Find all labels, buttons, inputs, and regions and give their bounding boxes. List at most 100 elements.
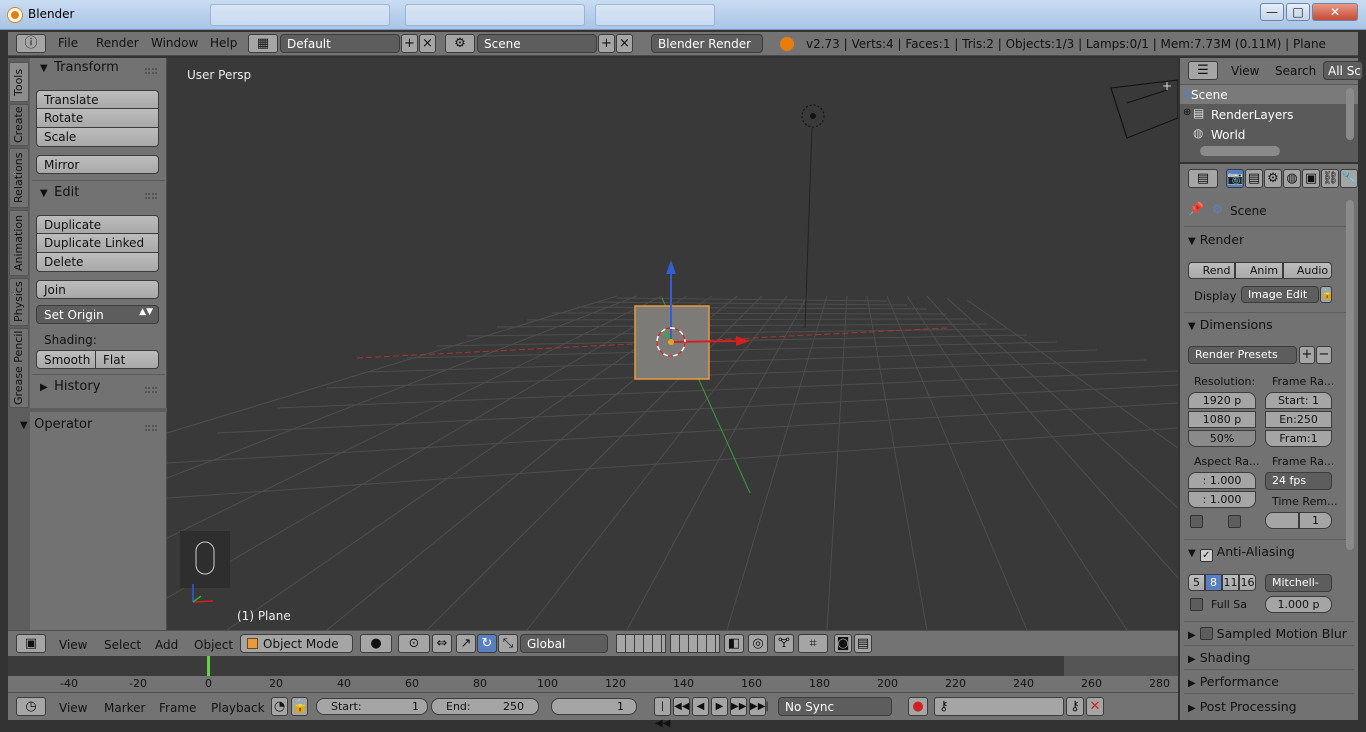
crop-checkbox[interactable] [1228, 515, 1241, 528]
editor-type-3d-view-icon[interactable]: ▣ [16, 634, 46, 653]
editor-type-info-icon[interactable]: ⓘ [16, 34, 46, 53]
tab-physics[interactable]: Physics [9, 278, 29, 326]
render-panel-header[interactable]: ▼ Render [1188, 232, 1244, 247]
play-icon[interactable]: ▶ [711, 697, 728, 716]
add-layout-icon[interactable]: + [401, 34, 418, 53]
aspect-y-field[interactable]: : 1.000 [1188, 491, 1256, 508]
keying-set-field[interactable]: ⚷ [934, 697, 1064, 716]
tab-animation[interactable]: Animation [9, 210, 29, 276]
aa-samples-5[interactable]: 5 [1188, 574, 1205, 591]
smooth-button[interactable]: Smooth [36, 350, 96, 369]
operator-panel-header[interactable]: ▼ Operator [18, 417, 165, 439]
translate-button[interactable]: Translate [36, 90, 159, 109]
viewport-canvas[interactable] [167, 58, 1178, 630]
world-tab-icon[interactable]: ◍ [1283, 169, 1301, 188]
tab-relations[interactable]: Relations [9, 148, 29, 208]
outliner-v-scrollbar[interactable] [1346, 88, 1354, 140]
aa-samples-11[interactable]: 11 [1222, 574, 1239, 591]
menu-object[interactable]: Object [194, 638, 233, 652]
scene-tab-icon[interactable]: ⚙ [1264, 169, 1282, 188]
timeline-track[interactable] [8, 656, 1064, 676]
menu-frame[interactable]: Frame [159, 701, 196, 715]
render-layers-tab-icon[interactable]: ▤ [1245, 169, 1263, 188]
shading-panel-header[interactable]: ▶ Shading [1188, 650, 1250, 665]
render-presets-selector[interactable]: Render Presets [1188, 346, 1297, 364]
editor-type-properties-icon[interactable]: ▤ [1188, 169, 1218, 188]
pin-icon[interactable]: 📌 [1188, 202, 1204, 217]
maximize-button[interactable]: □ [1286, 3, 1310, 21]
insert-keyframe-icon[interactable]: ⚷ [1066, 697, 1084, 716]
outliner-h-scrollbar[interactable] [1200, 146, 1280, 156]
screen-layout-icon[interactable]: ▦ [248, 34, 278, 53]
lock-layers-icon[interactable]: ◧ [724, 634, 744, 653]
tab-grease-pencil[interactable]: Grease Pencil [9, 328, 29, 408]
menu-view[interactable]: View [59, 701, 87, 715]
lock-interface-icon[interactable]: 🔓 [1320, 286, 1333, 303]
duplicate-linked-button[interactable]: Duplicate Linked [36, 234, 159, 253]
transform-orientation-selector[interactable]: Global [520, 634, 608, 653]
auto-keyframe-record-icon[interactable]: ● [908, 697, 928, 716]
expand-icon[interactable]: ⊕ [1183, 107, 1191, 118]
current-frame-field[interactable]: 1 [551, 698, 637, 715]
editor-type-outliner-icon[interactable]: ☰ [1188, 61, 1218, 80]
set-origin-dropdown[interactable]: Set Origin ▲▼ [36, 305, 159, 324]
menu-view[interactable]: View [1231, 64, 1259, 78]
outliner-item-world[interactable]: World [1211, 128, 1245, 142]
timeline[interactable]: -40 -20 0 20 40 60 80 100 120 140 160 18… [8, 656, 1178, 692]
frame-start-field[interactable]: Start: 1 [1265, 392, 1332, 409]
resolution-x-field[interactable]: 1920 p [1188, 392, 1256, 409]
drag-grip-icon[interactable] [145, 387, 157, 393]
render-still-button[interactable]: Rend [1188, 262, 1235, 279]
filter-size-field[interactable]: 1.000 p [1265, 596, 1332, 613]
render-tab-icon[interactable]: 📷 [1226, 169, 1244, 188]
frame-step-field[interactable]: Fram:1 [1265, 430, 1332, 447]
resolution-percentage-field[interactable]: 50% [1188, 430, 1256, 447]
border-checkbox[interactable] [1190, 515, 1203, 528]
drag-grip-icon[interactable] [145, 425, 157, 431]
modifiers-tab-icon[interactable]: 🔧 [1340, 169, 1358, 188]
render-engine-selector[interactable]: Blender Render [651, 34, 763, 53]
tab-tools[interactable]: Tools [9, 62, 29, 102]
gizmo-z-arrow-icon[interactable] [666, 260, 676, 274]
drag-grip-icon[interactable] [145, 193, 157, 199]
outliner-item-renderlayers[interactable]: RenderLayers [1211, 108, 1293, 122]
manipulator-toggle-icon[interactable]: ⇔ [432, 634, 452, 653]
remove-preset-icon[interactable]: − [1316, 346, 1332, 364]
properties-v-scrollbar[interactable] [1346, 200, 1354, 550]
minimize-button[interactable]: — [1260, 3, 1284, 21]
add-scene-icon[interactable]: + [598, 34, 615, 53]
play-reverse-icon[interactable]: ◀ [692, 697, 709, 716]
opengl-anim-icon[interactable]: ▤ [854, 634, 872, 653]
menu-add[interactable]: Add [155, 638, 178, 652]
snap-element-icon[interactable]: ⌗ [798, 634, 828, 653]
history-panel-header[interactable]: ▶ History [32, 379, 165, 401]
jump-to-start-icon[interactable]: |◀◀ [654, 697, 671, 729]
add-preset-icon[interactable]: + [1299, 346, 1315, 364]
render-audio-button[interactable]: Audio [1283, 262, 1332, 279]
opengl-render-icon[interactable]: ◙ [834, 634, 852, 653]
jump-to-keyframe-prev-icon[interactable]: ◀◀ [673, 697, 690, 716]
browser-tab[interactable] [210, 4, 390, 26]
time-remap-old-field[interactable] [1265, 512, 1299, 529]
pivot-point-icon[interactable]: ⊙ [398, 634, 430, 653]
scene-selector[interactable]: Scene [477, 34, 597, 53]
delete-keyframe-icon[interactable]: ✕ [1086, 697, 1104, 716]
remove-layout-icon[interactable]: × [419, 34, 436, 53]
flat-button[interactable]: Flat [96, 350, 159, 369]
menu-marker[interactable]: Marker [104, 701, 145, 715]
current-frame-marker[interactable] [207, 656, 210, 676]
3d-viewport[interactable]: User Persp (1) Plane + [167, 58, 1178, 630]
anti-aliasing-panel-header[interactable]: ▼ ✓ Anti-Aliasing [1188, 544, 1295, 562]
editor-type-timeline-icon[interactable]: ◷ [16, 697, 46, 716]
anti-aliasing-checkbox[interactable]: ✓ [1199, 549, 1213, 562]
menu-search[interactable]: Search [1275, 64, 1316, 78]
duplicate-button[interactable]: Duplicate [36, 215, 159, 234]
layer-buttons-2[interactable] [670, 634, 720, 653]
navigation-widget[interactable] [180, 531, 230, 588]
scene-icon[interactable]: ⚙ [445, 34, 475, 53]
edit-panel-header[interactable]: ▼ Edit [32, 185, 165, 207]
rotate-button[interactable]: Rotate [36, 109, 159, 128]
menu-select[interactable]: Select [104, 638, 141, 652]
snap-toggle-icon[interactable]: 🝖 [774, 634, 794, 653]
layout-selector[interactable]: Default [280, 34, 400, 53]
